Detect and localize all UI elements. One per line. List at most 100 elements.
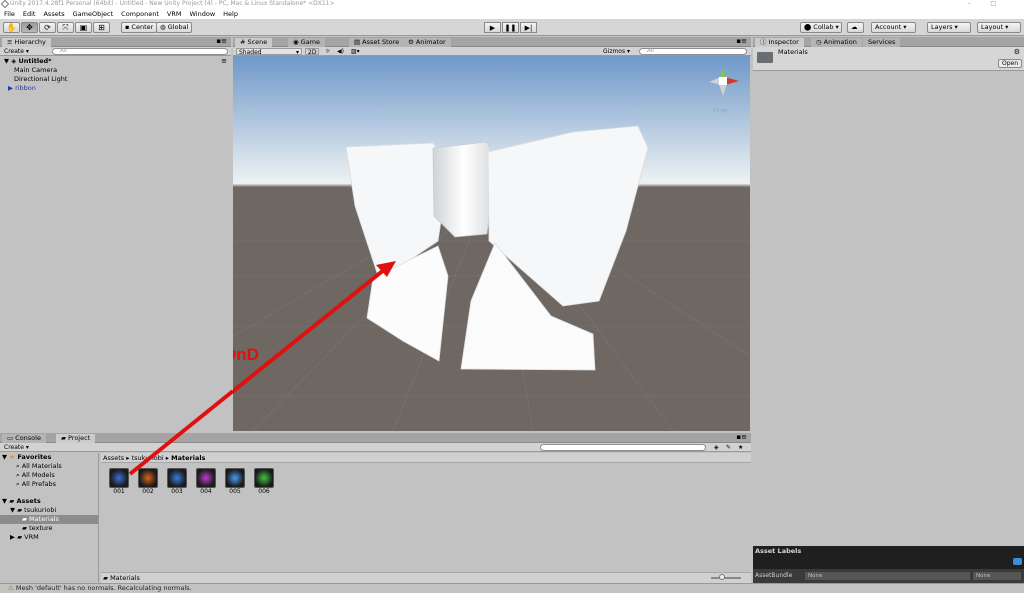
hierarchy-item-ribbon[interactable]: ▶ ribbon [8, 84, 36, 93]
panel-menu-icon[interactable]: ▪≡ [216, 37, 227, 45]
clock-icon: ◷ [816, 38, 822, 46]
step-button[interactable]: ▶| [520, 22, 537, 33]
menu-assets[interactable]: Assets [39, 9, 68, 19]
thumbnail-size-slider[interactable] [711, 577, 741, 579]
inspector-settings-icon[interactable]: ⚙ [1014, 48, 1020, 56]
move-tool-button[interactable]: ✥ [21, 22, 38, 33]
hierarchy-item-directional-light[interactable]: Directional Light [14, 75, 67, 84]
tab-inspector[interactable]: ⓘ Inspector [755, 38, 804, 47]
folder-vrm[interactable]: ▶ ▰ VRM [10, 533, 39, 542]
scene-options-icon[interactable]: ≡ [221, 57, 227, 65]
assetbundle-dropdown[interactable]: None [805, 572, 970, 580]
breadcrumb-tsukuriobi[interactable]: tsukuriobi [132, 454, 164, 462]
slider-thumb[interactable] [719, 574, 725, 580]
menu-gameobject[interactable]: GameObject [69, 9, 118, 19]
transform-tool-button[interactable]: ⊞ [93, 22, 110, 33]
tab-asset-store[interactable]: ▤ Asset Store [349, 38, 405, 47]
folder-tsukuriobi[interactable]: ▼ ▰ tsukuriobi [10, 506, 56, 515]
assetbundle-variant-dropdown[interactable]: None [973, 572, 1021, 580]
tab-console[interactable]: ▭ Console [2, 434, 46, 443]
menu-file[interactable]: File [0, 9, 19, 19]
favorite-star-icon[interactable]: ★ [736, 444, 745, 451]
menu-help[interactable]: Help [219, 9, 242, 19]
panel-menu-icon[interactable]: ▪≡ [736, 37, 747, 45]
hierarchy-item-main-camera[interactable]: Main Camera [14, 66, 57, 75]
material-sphere-icon [254, 468, 274, 488]
scene-root-row[interactable]: ▼ ◈ Untitled* [4, 57, 52, 66]
menu-edit[interactable]: Edit [19, 9, 40, 19]
folder-icon [757, 52, 773, 63]
collab-dropdown[interactable]: ⬤ Collab ▾ [800, 22, 842, 33]
tab-animation[interactable]: ◷ Animation [811, 38, 862, 47]
favorite-all-prefabs[interactable]: ⌕ All Prefabs [16, 480, 56, 489]
unity-scene-icon: ◈ [11, 57, 17, 65]
tab-scene[interactable]: # Scene [235, 38, 273, 47]
open-button[interactable]: Open [997, 59, 1022, 68]
cloud-button[interactable]: ☁ [847, 22, 864, 33]
menu-vrm[interactable]: VRM [163, 9, 186, 19]
project-create-button[interactable]: Create ▾ [2, 444, 31, 451]
favorite-all-models[interactable]: ⌕ All Models [16, 471, 55, 480]
scene-viewport[interactable]: DnD Persp [233, 56, 750, 431]
window-controls[interactable]: –□ [967, 0, 1016, 8]
project-search-input[interactable] [540, 444, 706, 451]
project-footer: ▰ Materials [101, 572, 751, 583]
space-global-button[interactable]: ◍ Global [156, 22, 193, 33]
scale-tool-button[interactable]: ⤧ [57, 22, 74, 33]
rotate-tool-button[interactable]: ⟳ [39, 22, 56, 33]
scene-grid-icon: # [240, 38, 246, 46]
shading-mode-dropdown[interactable]: Shaded ▾ [236, 48, 302, 56]
assets-root[interactable]: ▼ ▰ Assets [2, 497, 41, 506]
material-tile-006[interactable]: 006 [252, 468, 276, 496]
tab-animator[interactable]: ⚙ Animator [403, 38, 451, 47]
rect-tool-button[interactable]: ▣ [75, 22, 92, 33]
menu-window[interactable]: Window [186, 9, 220, 19]
breadcrumb-assets[interactable]: Assets [103, 454, 124, 462]
filter-type-icon[interactable]: ◈ [712, 444, 721, 451]
collab-icon: ⬤ [804, 23, 812, 31]
material-tile-005[interactable]: 005 [223, 468, 247, 496]
unity-logo-icon [0, 0, 10, 9]
favorite-all-materials[interactable]: ⌕ All Materials [16, 462, 62, 471]
window-title-bar: Unity 2017.4.28f1 Personal (64bit) - Unt… [0, 0, 1024, 9]
audio-toggle-icon[interactable]: ◀) [335, 48, 346, 55]
tab-services[interactable]: Services [863, 38, 901, 47]
caret-down-icon: ▼ [2, 453, 7, 461]
hand-tool-button[interactable]: ✋ [3, 22, 20, 33]
tab-hierarchy[interactable]: ≡ Hierarchy [2, 38, 51, 47]
folder-icon: ▰ [9, 497, 15, 505]
play-button[interactable]: ▶ [484, 22, 501, 33]
filter-label-icon[interactable]: ✎ [724, 444, 733, 451]
label-tag-icon[interactable] [1013, 558, 1022, 565]
folder-materials[interactable]: ▰ Materials [0, 515, 98, 524]
menu-component[interactable]: Component [117, 9, 163, 19]
material-tile-002[interactable]: 002 [136, 468, 160, 496]
mode-2d-toggle[interactable]: 2D [305, 48, 320, 56]
scene-search-input[interactable]: All [639, 48, 747, 55]
folder-icon: ▰ [17, 533, 23, 541]
layout-dropdown[interactable]: Layout ▾ [977, 22, 1021, 33]
lighting-toggle-icon[interactable]: ☼ [323, 48, 332, 55]
chevron-right-icon: ▸ [126, 454, 130, 462]
annotation-dnd-label: DnD [233, 345, 259, 364]
hierarchy-search-input[interactable]: All [52, 48, 228, 55]
folder-texture[interactable]: ▰ texture [22, 524, 53, 533]
pivot-center-button[interactable]: ▪ Center [121, 22, 158, 33]
favorites-root[interactable]: ▼ ★ Favorites [2, 453, 51, 462]
gizmos-dropdown[interactable]: Gizmos ▾ [601, 48, 632, 55]
hierarchy-create-button[interactable]: Create ▾ [2, 48, 31, 55]
effects-toggle-icon[interactable]: ▨▾ [349, 48, 362, 55]
material-sphere-icon [225, 468, 245, 488]
store-icon: ▤ [354, 38, 361, 46]
tab-game[interactable]: ◉ Game [288, 38, 326, 47]
tab-project[interactable]: ▰ Project [56, 434, 96, 443]
breadcrumb-materials[interactable]: Materials [171, 454, 205, 462]
status-bar: ⚠ Mesh 'default' has no normals. Recalcu… [0, 583, 1024, 593]
material-tile-004[interactable]: 004 [194, 468, 218, 496]
account-dropdown[interactable]: Account ▾ [871, 22, 916, 33]
layers-dropdown[interactable]: Layers ▾ [927, 22, 971, 33]
pause-button[interactable]: ❚❚ [502, 22, 519, 33]
panel-menu-icon[interactable]: ▪≡ [736, 433, 747, 441]
material-tile-003[interactable]: 003 [165, 468, 189, 496]
material-tile-001[interactable]: 001 [107, 468, 131, 496]
